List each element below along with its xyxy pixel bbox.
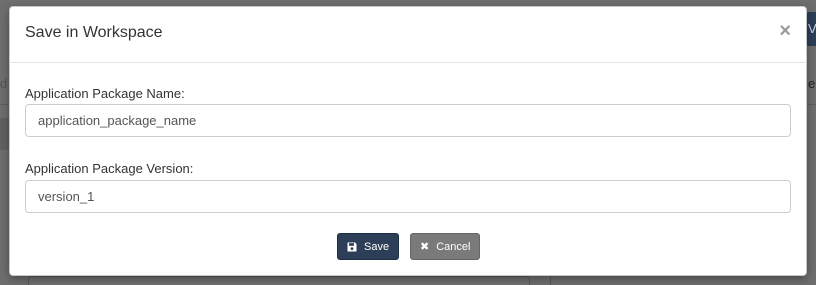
x-icon: ✖ <box>420 241 430 253</box>
floppy-disk-icon <box>347 242 357 252</box>
close-icon[interactable]: × <box>779 21 791 41</box>
background-panel <box>28 276 530 285</box>
modal-title: Save in Workspace <box>25 24 163 41</box>
package-version-input[interactable] <box>25 180 791 213</box>
package-name-input[interactable] <box>25 104 791 137</box>
background-divider-right <box>807 104 816 105</box>
modal-header: Save in Workspace × <box>10 7 806 63</box>
package-version-label: Application Package Version: <box>25 161 194 176</box>
background-panel-left <box>0 118 9 150</box>
save-button-label: Save <box>364 240 390 253</box>
cancel-button-label: Cancel <box>436 240 471 253</box>
background-text-fragment-right: e <box>808 76 816 91</box>
background-panel-right <box>550 276 816 285</box>
package-name-label: Application Package Name: <box>25 86 185 101</box>
cancel-button[interactable]: ✖ Cancel <box>410 233 480 260</box>
save-workspace-modal: Save in Workspace × Application Package … <box>9 6 807 276</box>
save-button[interactable]: Save <box>337 233 399 260</box>
background-divider-left <box>0 104 9 105</box>
background-button-fragment: V <box>806 12 816 46</box>
background-text-fragment-left: d <box>0 76 8 91</box>
